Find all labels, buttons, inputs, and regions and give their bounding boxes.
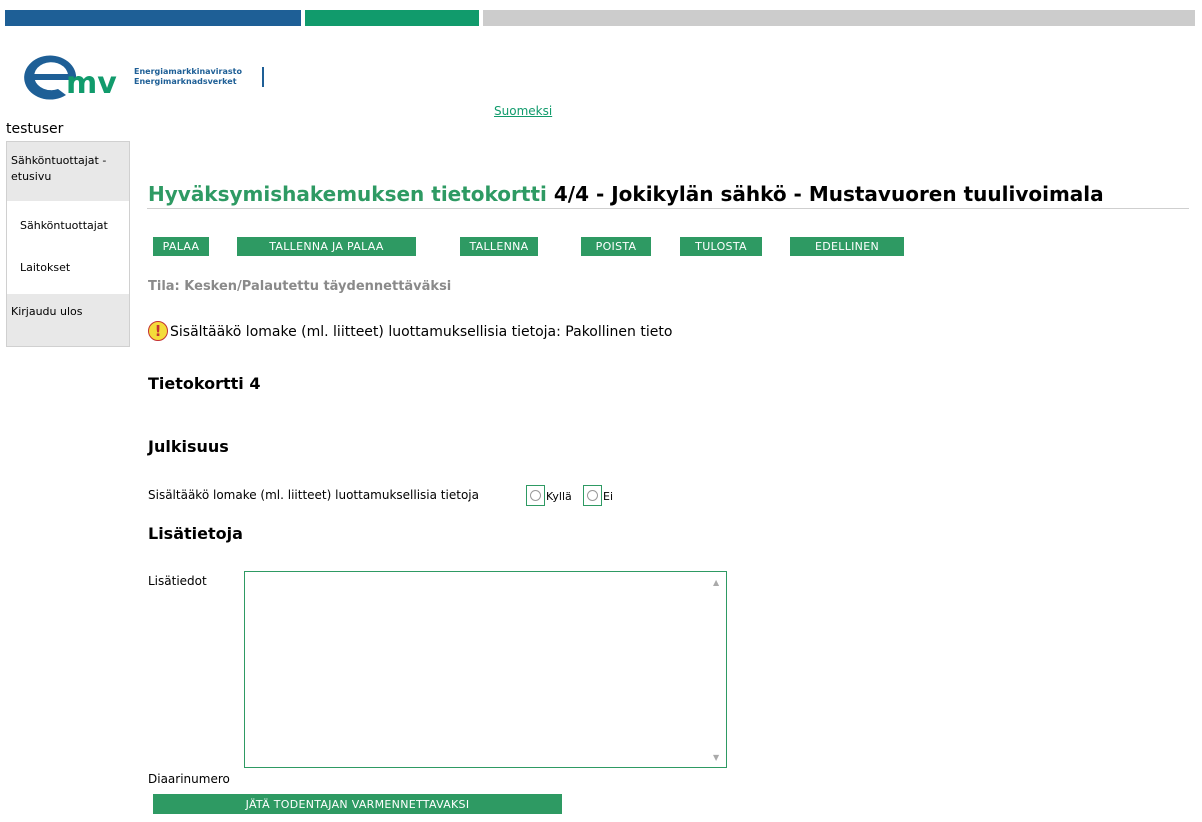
save-and-back-button[interactable]: TALLENNA JA PALAA	[237, 237, 416, 256]
radio-yes-label: Kyllä	[546, 490, 572, 503]
logo-divider	[262, 67, 264, 87]
username: testuser	[6, 121, 64, 137]
title-divider	[147, 208, 1189, 209]
info-field-label: Lisätiedot	[148, 574, 207, 588]
confidential-question-label: Sisältääkö lomake (ml. liitteet) luottam…	[148, 488, 479, 502]
textarea-scrollbar[interactable]: ▲ ▼	[709, 573, 725, 766]
back-button[interactable]: PALAA	[153, 237, 209, 256]
page-title-main: Hyväksymishakemuksen tietokortti	[148, 182, 547, 206]
sidebar-item-producers[interactable]: Sähköntuottajat	[20, 219, 108, 232]
status-text: Tila: Kesken/Palautettu täydennettäväksi	[148, 279, 452, 294]
page-title-detail: 4/4 - Jokikylän sähkö - Mustavuoren tuul…	[553, 182, 1104, 206]
sidebar-item-plants[interactable]: Laitokset	[20, 261, 70, 274]
language-link[interactable]: Suomeksi	[494, 104, 552, 118]
print-button[interactable]: TULOSTA	[680, 237, 762, 256]
logo-text: Energiamarkkinavirasto Energimarknadsver…	[134, 67, 242, 86]
sidebar-submenu	[7, 201, 129, 294]
sidebar: Sähköntuottajat - etusivu Sähköntuottaja…	[6, 141, 130, 347]
warning-icon: !	[148, 321, 168, 341]
delete-button[interactable]: POISTA	[581, 237, 651, 256]
top-color-bar	[5, 10, 1195, 26]
scroll-down-icon[interactable]: ▼	[713, 753, 719, 762]
info-textarea[interactable]: ▲ ▼	[244, 571, 727, 768]
page-title: Hyväksymishakemuksen tietokortti 4/4 - J…	[148, 182, 1104, 206]
diary-number-label: Diaarinumero	[148, 772, 230, 786]
radio-no[interactable]	[583, 485, 602, 506]
submit-for-verification-button[interactable]: JÄTÄ TODENTAJAN VARMENNETTAVAKSI	[153, 794, 562, 814]
save-button[interactable]: TALLENNA	[460, 237, 538, 256]
radio-yes[interactable]	[526, 485, 545, 506]
section-heading-public: Julkisuus	[148, 437, 229, 456]
validation-message: Sisältääkö lomake (ml. liitteet) luottam…	[170, 324, 673, 340]
section-heading-info: Lisätietoja	[148, 524, 243, 543]
sidebar-item-home[interactable]: Sähköntuottajat - etusivu	[11, 153, 121, 185]
previous-button[interactable]: EDELLINEN	[790, 237, 904, 256]
svg-text:mv: mv	[66, 66, 117, 100]
scroll-up-icon[interactable]: ▲	[713, 578, 719, 587]
radio-no-label: Ei	[603, 490, 614, 503]
sidebar-item-logout[interactable]: Kirjaudu ulos	[11, 305, 83, 318]
section-heading-card: Tietokortti 4	[148, 374, 261, 393]
